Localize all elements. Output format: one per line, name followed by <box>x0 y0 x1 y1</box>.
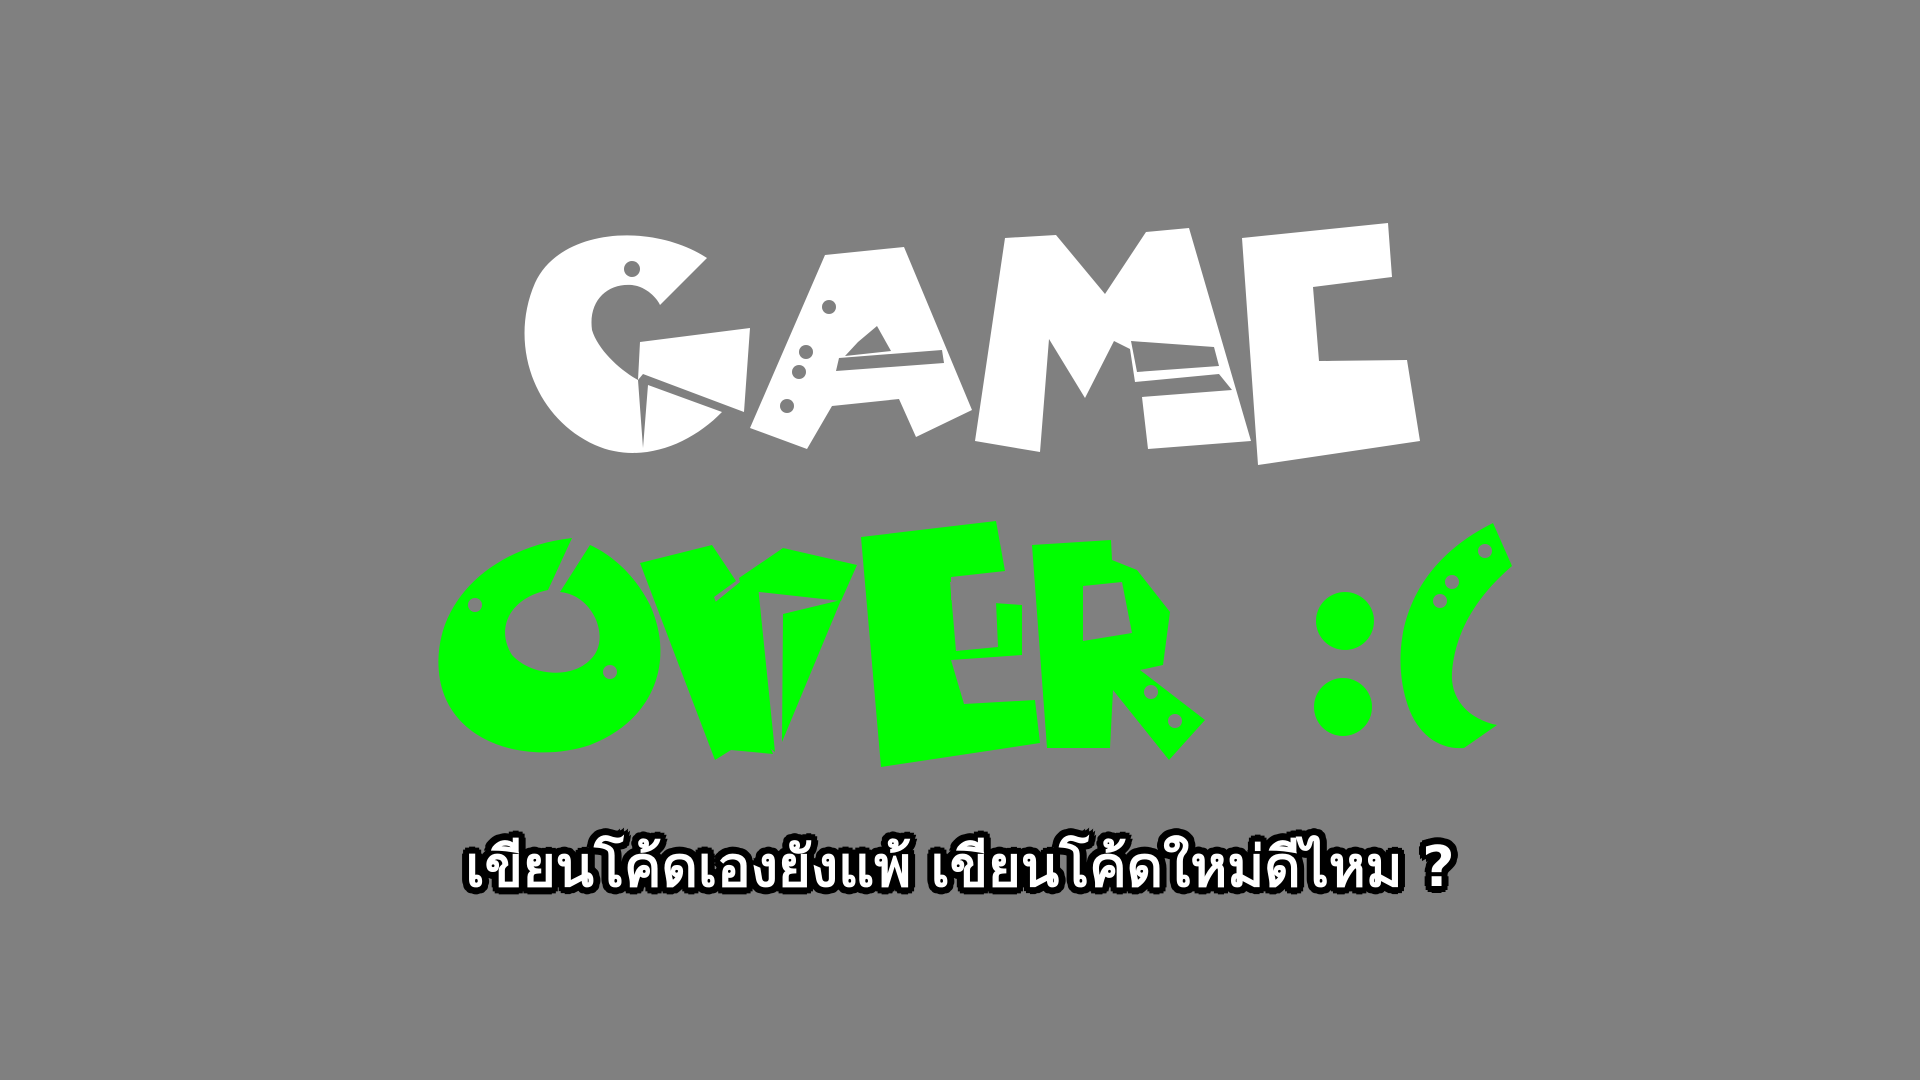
letter-r <box>1032 540 1205 760</box>
game-over-screen: เขียนโค้ดเองยังแพ้ เขียนโค้ดใหม่ดีไหม ? <box>0 0 1920 1080</box>
game-title <box>524 223 1420 465</box>
game-over-logo <box>438 223 1512 767</box>
letter-e-green <box>861 521 1040 767</box>
letter-a <box>750 247 972 449</box>
paren-frown <box>1400 523 1512 749</box>
letter-g <box>524 235 750 453</box>
letter-v <box>640 545 857 760</box>
letter-m <box>975 228 1251 452</box>
letter-o <box>438 538 661 753</box>
colon-symbol <box>1314 592 1374 736</box>
retry-prompt-text: เขียนโค้ดเองยังแพ้ เขียนโค้ดใหม่ดีไหม ? <box>465 835 1455 900</box>
over-title <box>438 521 1512 767</box>
letter-e <box>1242 223 1420 465</box>
